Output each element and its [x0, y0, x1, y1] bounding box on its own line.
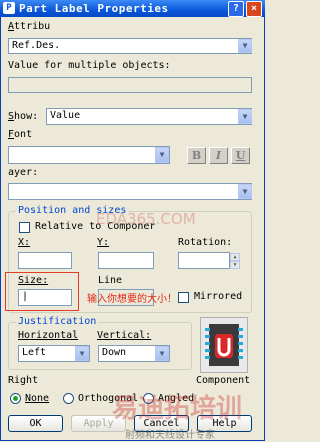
show-value: Value: [50, 110, 81, 121]
mirrored-label: Mirrored: [194, 291, 243, 302]
y-input[interactable]: [98, 252, 154, 269]
ok-button[interactable]: OK: [8, 415, 63, 432]
properties-dialog: P Part Label Properties ? × Attribu Ref.…: [0, 0, 265, 442]
x-label: X:: [18, 237, 31, 248]
radio-none[interactable]: [10, 393, 21, 404]
chevron-down-icon[interactable]: ▼: [75, 346, 89, 361]
watermark-bottom-small: 射频和天线设计专家: [125, 430, 215, 441]
relative-to-component-checkbox[interactable]: [19, 222, 30, 233]
vertical-value: Down: [102, 347, 127, 358]
layer-label: ayer:: [8, 167, 39, 178]
font-select[interactable]: [8, 146, 170, 164]
component-label: Component: [196, 375, 251, 386]
radio-orthogonal[interactable]: [63, 393, 74, 404]
watermark-bottom: 易迪拓培训: [112, 394, 243, 424]
bold-button[interactable]: B: [187, 147, 206, 164]
attribute-value: Ref.Des.: [12, 40, 61, 51]
app-icon: P: [3, 2, 15, 14]
chevron-down-icon[interactable]: ▼: [155, 346, 169, 361]
chevron-down-icon[interactable]: ▼: [238, 109, 252, 124]
spin-down-icon[interactable]: ▼: [230, 261, 240, 269]
spin-up-icon[interactable]: ▲: [230, 253, 240, 261]
vertical-label: Vertical:: [97, 330, 152, 341]
window-title: Part Label Properties: [19, 2, 169, 15]
help-icon[interactable]: ?: [228, 1, 244, 17]
chevron-down-icon[interactable]: ▼: [155, 147, 169, 163]
font-label: Font: [8, 129, 33, 140]
line-label: Line: [98, 275, 123, 286]
attribute-select[interactable]: Ref.Des.: [8, 38, 252, 54]
multi-value-field: [8, 77, 252, 93]
italic-button[interactable]: I: [209, 147, 228, 164]
y-label: Y:: [97, 237, 110, 248]
justification-title: Justification: [16, 316, 99, 327]
watermark-mid: EDA365.COM: [96, 210, 196, 228]
x-input[interactable]: [18, 252, 72, 269]
right-label: Right: [8, 375, 39, 386]
layer-select[interactable]: [8, 183, 252, 200]
attribute-label: Attribu: [8, 21, 51, 32]
show-select[interactable]: Value: [46, 108, 252, 125]
chevron-down-icon[interactable]: ▼: [238, 184, 252, 199]
title-bar[interactable]: P Part Label Properties ? ×: [0, 0, 265, 17]
size-highlight-box: [5, 272, 79, 311]
horizontal-label: Horizontal: [18, 330, 79, 341]
component-preview: [200, 317, 248, 373]
show-label: Show:: [8, 111, 39, 122]
component-chip-icon: [205, 324, 243, 366]
underline-button[interactable]: U: [231, 147, 250, 164]
close-icon[interactable]: ×: [246, 1, 262, 17]
chevron-down-icon[interactable]: ▼: [238, 39, 252, 53]
horizontal-value: Left: [22, 347, 47, 358]
size-annotation: 输入你想要的大小！: [87, 294, 177, 305]
rotation-label: Rotation:: [178, 237, 233, 248]
multi-value-label: Value for multiple objects:: [8, 60, 171, 71]
mirrored-checkbox[interactable]: [178, 292, 189, 303]
rotation-input[interactable]: [178, 252, 230, 269]
radio-none-label: None: [25, 393, 50, 404]
